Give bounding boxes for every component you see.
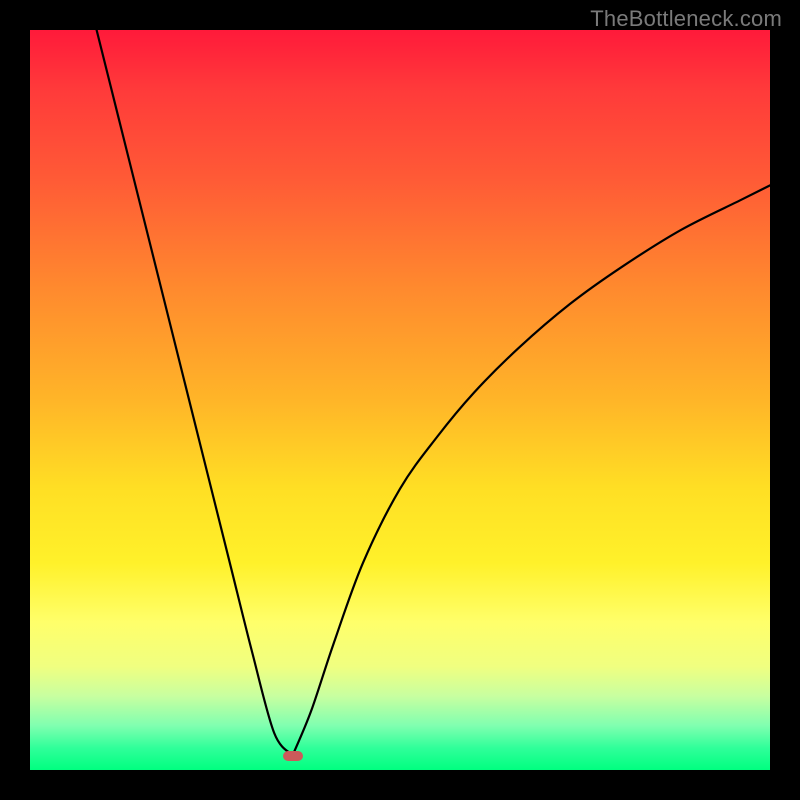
curve-path [97, 30, 770, 755]
chart-plot-area [30, 30, 770, 770]
watermark-text: TheBottleneck.com [590, 6, 782, 32]
minimum-marker [283, 751, 303, 761]
bottleneck-curve [30, 30, 770, 770]
